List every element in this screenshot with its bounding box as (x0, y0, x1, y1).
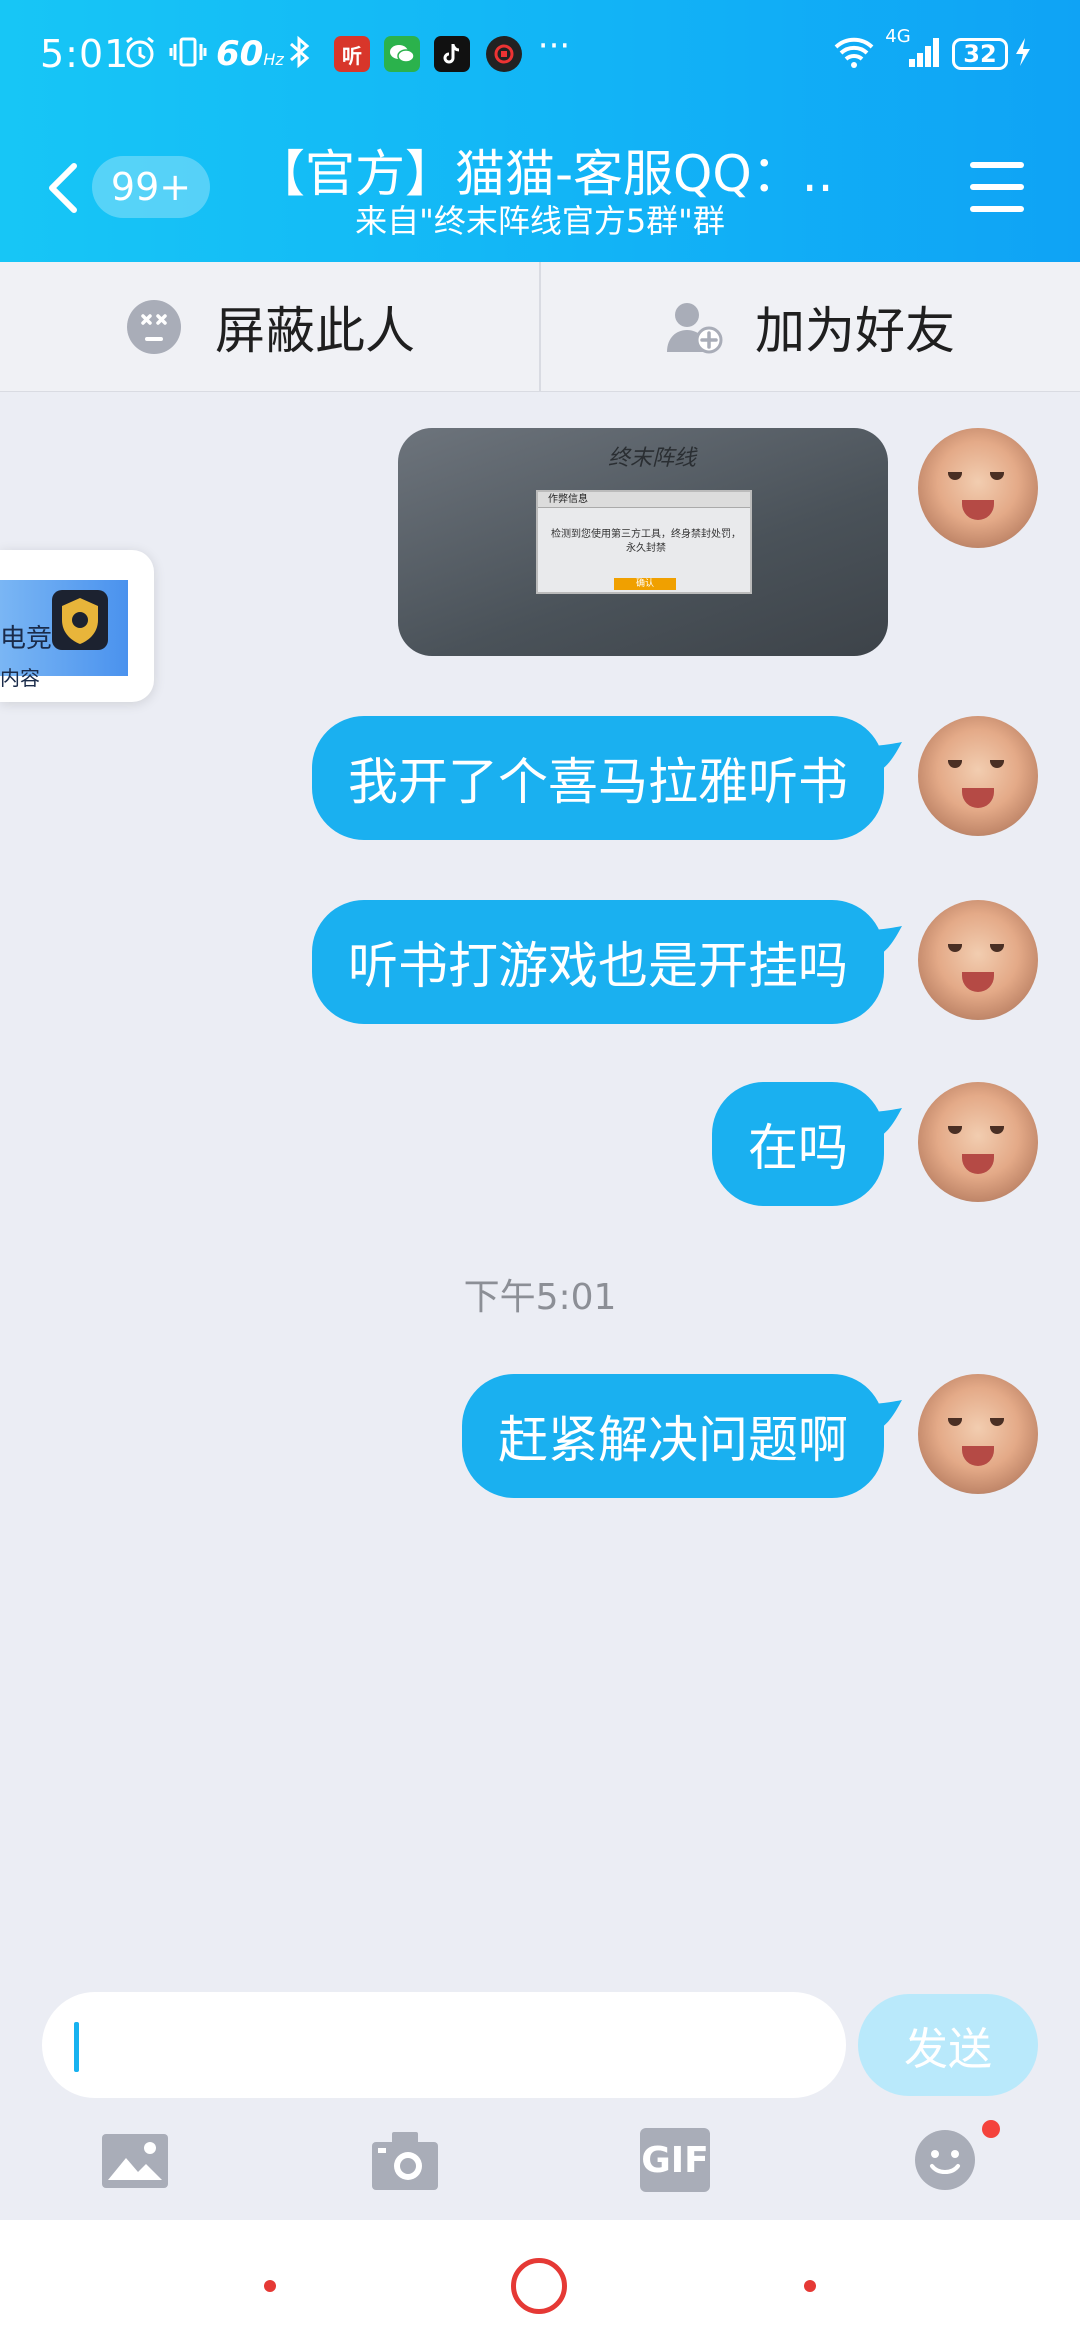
message-text: 我开了个喜马拉雅听书 (348, 753, 848, 811)
avatar[interactable] (918, 1374, 1038, 1494)
message-bubble[interactable]: 在吗 (712, 1082, 902, 1206)
stranger-action-bar: 屏蔽此人 加为好友 (0, 262, 1080, 392)
nav-back-dot[interactable] (804, 2280, 816, 2292)
block-face-icon (127, 300, 181, 354)
camera-icon[interactable] (370, 2128, 440, 2192)
bubble-tail (866, 1400, 902, 1436)
message-text: 在吗 (748, 1119, 848, 1177)
screenshot-dialog-title: 作弊信息 (538, 492, 750, 508)
send-button[interactable]: 发送 (858, 1994, 1038, 2096)
nav-home-button[interactable] (511, 2258, 567, 2314)
chat-subtitle: 来自"终末阵线官方5群"群 (355, 202, 725, 240)
esports-shield-icon (52, 590, 108, 650)
battery-level: 32 (952, 38, 1008, 70)
gif-button[interactable]: GIF (640, 2128, 710, 2192)
more-notifications-icon: ··· (537, 26, 571, 66)
message-text: 听书打游戏也是开挂吗 (348, 937, 848, 995)
message-bubble[interactable]: 赶紧解决问题啊 (462, 1374, 902, 1498)
message-bubble[interactable]: 我开了个喜马拉雅听书 (312, 716, 902, 840)
screenshot-dialog: 作弊信息 检测到您使用第三方工具，终身禁封处罚，永久封禁 确认 (536, 490, 752, 594)
nav-recents-dot[interactable] (264, 2280, 276, 2292)
game-logo-watermark: 终末阵线 (608, 446, 697, 471)
screenshot-dialog-button: 确认 (614, 578, 676, 590)
avatar[interactable] (918, 900, 1038, 1020)
avatar[interactable] (918, 428, 1038, 548)
avatar[interactable] (918, 716, 1038, 836)
app-record-icon (486, 36, 522, 72)
message-input[interactable] (42, 1992, 846, 2098)
wechat-icon (384, 36, 420, 72)
floating-card-line1: 电竞 (0, 624, 53, 654)
wifi-icon (832, 30, 876, 74)
status-bar: 5:01 60Hz 听 ··· 4G 32 (0, 0, 1080, 112)
status-time: 5:01 (40, 32, 130, 76)
bubble-tail (866, 926, 902, 962)
app-header: 5:01 60Hz 听 ··· 4G 32 99+ 【官方】猫猫-客服QQ：..… (0, 0, 1080, 262)
floating-card-banner: 电竞 内容 (0, 580, 128, 690)
message-text: 赶紧解决问题啊 (498, 1411, 848, 1469)
image-message[interactable]: 终末阵线 作弊信息 检测到您使用第三方工具，终身禁封处罚，永久封禁 确认 (398, 428, 888, 656)
emoji-notification-dot (982, 2120, 1000, 2138)
bluetooth-icon (282, 30, 318, 74)
system-nav-bar (0, 2220, 1080, 2340)
screenshot-dialog-text: 检测到您使用第三方工具，终身禁封处罚，永久封禁 (551, 529, 741, 554)
floating-esports-card[interactable]: 电竞 内容 (0, 550, 154, 702)
add-friend-icon (667, 303, 723, 354)
floating-card-line2: 内容 (0, 666, 40, 690)
charging-icon (1012, 30, 1034, 74)
bubble-tail (866, 742, 902, 778)
image-picker-icon[interactable] (100, 2128, 170, 2192)
block-user-button[interactable]: 屏蔽此人 (0, 262, 540, 392)
message-bubble[interactable]: 听书打游戏也是开挂吗 (312, 900, 902, 1024)
emoji-icon[interactable] (910, 2128, 980, 2192)
bubble-tail (866, 1108, 902, 1144)
avatar[interactable] (918, 1082, 1038, 1202)
chat-nav-bar: 99+ 【官方】猫猫-客服QQ：... 来自"终末阵线官方5群"群 (0, 112, 1080, 262)
text-cursor (74, 2022, 79, 2072)
message-timestamp: 下午5:01 (463, 1277, 617, 1318)
block-user-label: 屏蔽此人 (215, 302, 415, 360)
tiktok-icon (434, 36, 470, 72)
add-friend-label: 加为好友 (755, 302, 955, 360)
listen-app-icon: 听 (334, 36, 370, 72)
signal-icon (904, 30, 944, 74)
vibrate-icon (166, 30, 210, 74)
alarm-icon (118, 30, 162, 74)
refresh-rate: 60Hz (216, 34, 284, 74)
add-friend-button[interactable]: 加为好友 (540, 262, 1080, 392)
message-input-bar: 发送 GIF (0, 1980, 1080, 2220)
menu-icon[interactable] (970, 162, 1024, 212)
